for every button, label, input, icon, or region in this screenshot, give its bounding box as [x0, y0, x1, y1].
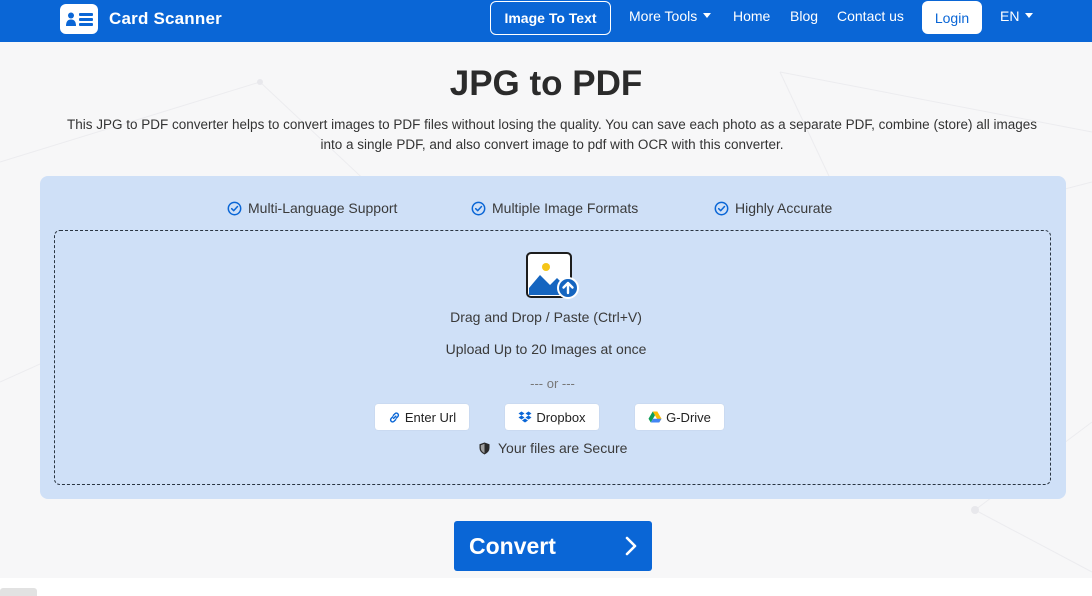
- feature-label: Multiple Image Formats: [492, 200, 639, 216]
- or-divider: --- or ---: [530, 376, 575, 391]
- nav-home-link[interactable]: Home: [733, 8, 770, 24]
- id-card-icon: [60, 4, 98, 34]
- chevron-right-icon: [625, 536, 637, 556]
- link-icon: [389, 411, 399, 423]
- nav-blog-link[interactable]: Blog: [790, 8, 818, 24]
- secure-text: Your files are Secure: [498, 440, 628, 456]
- convert-label: Convert: [469, 532, 556, 559]
- caret-down-icon: [1025, 13, 1034, 18]
- image-to-text-button[interactable]: Image To Text: [490, 1, 611, 35]
- check-badge-icon: [227, 201, 242, 215]
- brand-name: Card Scanner: [109, 9, 222, 28]
- enter-url-label: Enter Url: [404, 409, 457, 425]
- upload-limit-text: Upload Up to 20 Images at once: [445, 341, 647, 357]
- feature-accurate: Highly Accurate: [714, 200, 832, 216]
- login-button[interactable]: Login: [922, 1, 982, 34]
- feature-label: Multi-Language Support: [248, 200, 398, 216]
- more-tools-dropdown[interactable]: More Tools: [629, 8, 712, 24]
- enter-url-button[interactable]: Enter Url: [375, 404, 469, 430]
- page-description: This JPG to PDF converter helps to conve…: [67, 117, 1037, 152]
- dropbox-icon: [518, 411, 532, 422]
- feature-multi-language: Multi-Language Support: [227, 200, 397, 216]
- more-tools-label: More Tools: [629, 8, 698, 24]
- page-footer-strip: [0, 578, 1092, 596]
- image-upload-icon[interactable]: [526, 252, 580, 300]
- dropbox-button[interactable]: Dropbox: [505, 404, 599, 430]
- language-label: EN: [1000, 8, 1020, 24]
- check-badge-icon: [714, 201, 729, 215]
- google-drive-icon: [648, 411, 662, 423]
- scrollbar-thumb[interactable]: [0, 588, 37, 596]
- brand-logo-link[interactable]: Card Scanner: [60, 3, 222, 35]
- dropbox-label: Dropbox: [536, 409, 586, 425]
- check-badge-icon: [471, 201, 486, 215]
- feature-image-formats: Multiple Image Formats: [471, 200, 638, 216]
- caret-down-icon: [703, 13, 712, 18]
- shield-icon: [479, 442, 490, 454]
- language-dropdown[interactable]: EN: [1000, 8, 1034, 24]
- page-title: JPG to PDF: [449, 64, 643, 103]
- nav-contact-link[interactable]: Contact us: [837, 8, 904, 24]
- drag-drop-text: Drag and Drop / Paste (Ctrl+V): [450, 309, 642, 325]
- google-drive-button[interactable]: G-Drive: [635, 404, 724, 430]
- top-navbar: Card Scanner Image To Text More Tools Ho…: [0, 0, 1092, 42]
- feature-label: Highly Accurate: [735, 200, 833, 216]
- google-drive-label: G-Drive: [666, 409, 711, 425]
- convert-button[interactable]: Convert: [454, 521, 652, 571]
- secure-notice: Your files are Secure: [479, 440, 627, 456]
